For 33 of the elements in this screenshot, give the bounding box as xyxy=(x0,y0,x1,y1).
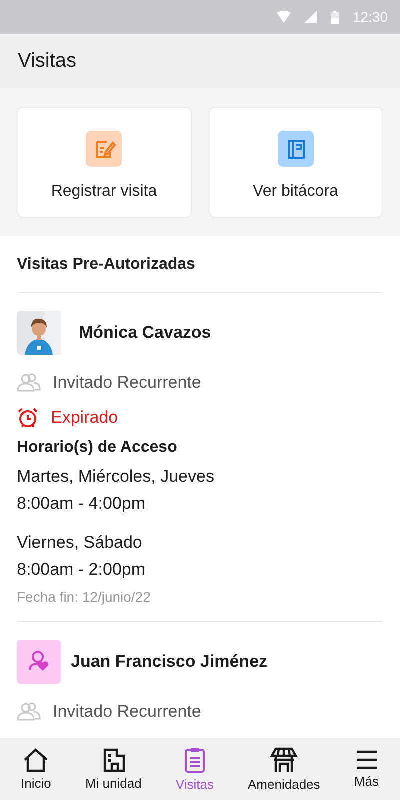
building-icon xyxy=(102,748,126,772)
kiosk-icon xyxy=(270,746,298,772)
nav-tab[interactable]: Mi unidad xyxy=(83,744,144,794)
schedule-days: Martes, Miércoles, Jueves xyxy=(17,463,383,490)
schedule-days: Viernes, Sábado xyxy=(17,529,383,556)
schedule-hours: 8:00am - 4:00pm xyxy=(17,493,147,515)
edit-note-icon xyxy=(86,130,122,166)
end-date: Fecha fin: 12/junio/22 xyxy=(17,589,152,605)
section-title: Visitas Pre-Autorizadas xyxy=(17,255,196,275)
nav-tab[interactable]: Más xyxy=(352,746,381,792)
notebook-icon xyxy=(278,130,314,166)
logbook-button[interactable]: Ver bitácora xyxy=(208,107,383,218)
schedule-title: Horario(s) de Acceso xyxy=(17,439,178,457)
menu-icon xyxy=(356,750,378,770)
group-icon xyxy=(17,702,41,722)
nav-tab[interactable]: Amenidades xyxy=(246,742,322,796)
visitor-name: Mónica Cavazos xyxy=(79,323,212,343)
visitor-name: Juan Francisco Jiménez xyxy=(71,652,268,672)
visitor-type: Invitado Recurrente xyxy=(53,372,202,392)
page-title: Visitas xyxy=(18,50,77,72)
battery-icon xyxy=(330,10,339,24)
schedule-hours: 8:00am - 2:00pm xyxy=(17,559,147,581)
wifi-icon xyxy=(276,11,291,23)
signal-icon xyxy=(304,11,317,23)
register-visit-button[interactable]: Registrar visita xyxy=(17,107,192,218)
home-icon xyxy=(23,748,50,772)
alarm-clock-icon xyxy=(17,406,39,428)
status-label: Expirado xyxy=(51,408,118,428)
nav-tab[interactable]: Visitas xyxy=(174,742,216,796)
nav-tab[interactable]: Inicio xyxy=(19,744,54,794)
clipboard-icon xyxy=(182,746,207,772)
visitor-type: Invitado Recurrente xyxy=(53,702,202,722)
group-icon xyxy=(17,372,41,392)
